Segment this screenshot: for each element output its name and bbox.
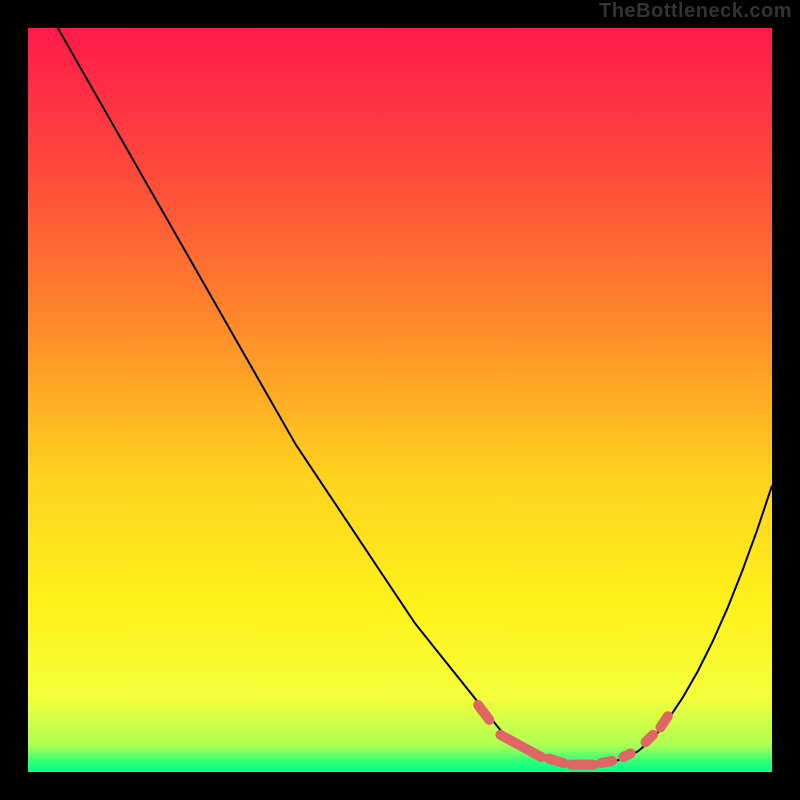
chart-frame: TheBottleneck.com [0, 0, 800, 800]
plot-svg [28, 28, 772, 772]
marker-segment [623, 753, 630, 757]
plot-area [28, 28, 772, 772]
marker-segment [549, 759, 564, 764]
marker-segment [660, 716, 667, 727]
gradient-background [28, 28, 772, 772]
watermark-text: TheBottleneck.com [599, 0, 792, 23]
marker-segment [646, 735, 654, 742]
marker-segment [601, 761, 612, 763]
